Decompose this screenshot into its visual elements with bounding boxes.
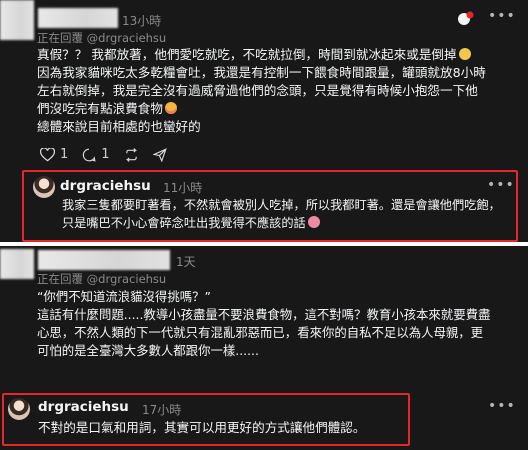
comment2-line: 心思，不然人類的下一代就只有混亂邪惡而已，看來你的自私不足以為人母親，更 [37, 325, 484, 340]
repost-icon [125, 147, 137, 162]
smile-emoji-icon [164, 102, 177, 114]
comment1-actions: 1 1 [40, 147, 167, 162]
reply1-line: 我家三隻都要盯著看，不然就會被別人吃掉，所以我都盯著。還是會讓他們吃飽， [62, 198, 501, 212]
redacted-avatar [0, 0, 34, 40]
reply2-body: 不對的是口氣和用詞，其實可以用更好的方式讓他們體認。 [38, 419, 365, 437]
avatar[interactable] [8, 398, 30, 420]
redacted-username [38, 250, 170, 270]
comment2-body: “你們不知道流浪貓沒得挑嗎？” 這話有什麼問題.....教導小孩盡量不要浪費食物… [37, 288, 490, 360]
avatar[interactable] [33, 176, 55, 198]
comment2-line: 可怕的是全臺灣大多數人都跟你一樣...... [37, 343, 259, 358]
comment1-line: 因為我家貓咪吃太多乾糧會吐，我還是有控制一下餵食時間跟量，罐頭就放8小時 [37, 65, 486, 80]
reply1-body: 我家三隻都要盯著看，不然就會被別人吃掉，所以我都盯著。還是會讓他們吃飽， 只是嘴… [62, 196, 501, 232]
more-options-icon[interactable]: ••• [487, 177, 515, 193]
like-button[interactable]: 1 [40, 147, 68, 162]
reply1-time: 11小時 [163, 181, 203, 195]
more-options-icon[interactable]: ••• [488, 8, 516, 24]
like-count: 1 [60, 147, 69, 162]
pout-emoji-icon [307, 216, 320, 228]
reply2-time: 17小時 [142, 403, 182, 417]
heart-icon [40, 147, 55, 161]
reply1-username[interactable]: drgraciehsu [60, 178, 151, 194]
comment1-line: 們沒吃完有點浪費食物 [37, 101, 163, 116]
share-icon [152, 147, 167, 162]
more-options-icon[interactable]: ••• [488, 398, 516, 414]
comment2-line: 這話有什麼問題.....教導小孩盡量不要浪費食物，這不對嗎？教育小孩本來就要費盡 [37, 307, 491, 322]
comment1-reply-to[interactable]: 正在回覆 @drgraciehsu [37, 30, 166, 46]
comment1-line: 真假？？ 我都放著，他們愛吃就吃，不吃就拉倒，時間到就冰起來或是倒掉 [37, 47, 457, 62]
comment2-line: “你們不知道流浪貓沒得挑嗎？” [37, 289, 211, 304]
comment1-body: 真假？？ 我都放著，他們愛吃就吃，不吃就拉倒，時間到就冰起來或是倒掉 因為我家貓… [37, 46, 486, 136]
comment2-reply-to[interactable]: 正在回覆 @drgraciehsu [37, 271, 166, 287]
redacted-username [38, 8, 118, 28]
reply1-line: 只是嘴巴不小心會碎念吐出我覺得不應該的話 [62, 216, 306, 230]
grin-emoji-icon [458, 48, 471, 60]
reply2-username[interactable]: drgraciehsu [38, 399, 129, 415]
repost-button[interactable] [124, 147, 139, 162]
comment-icon [83, 148, 96, 162]
reply2-line: 不對的是口氣和用詞，其實可以用更好的方式讓他們體認。 [38, 420, 366, 435]
redacted-avatar [0, 249, 34, 279]
comment1-line: 左右就倒掉，我是完全沒有過威脅過他們的念頭，只是覺得有時候小抱怨一下他 [37, 83, 478, 98]
reaction-icon[interactable] [458, 10, 474, 26]
comment1-time: 13小時 [122, 14, 162, 28]
reply-count: 1 [101, 147, 110, 162]
comment2-time: 1天 [176, 255, 196, 269]
comment1-line: 總體來說目前相處的也蠻好的 [37, 119, 201, 134]
screenshot-divider [0, 242, 528, 246]
comment-button[interactable]: 1 [82, 147, 110, 162]
share-button[interactable] [152, 147, 167, 162]
